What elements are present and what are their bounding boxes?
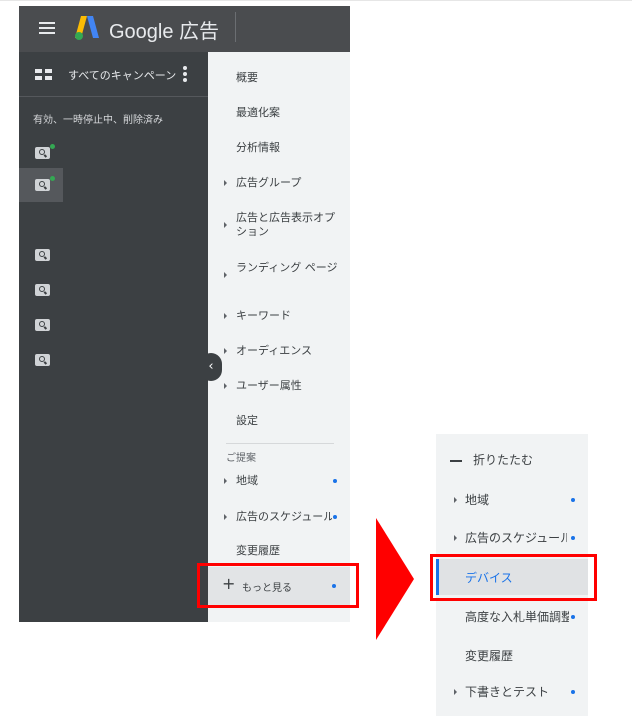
nav-item-label: 広告グループ bbox=[236, 176, 302, 189]
nav-item-label: 変更履歴 bbox=[236, 544, 280, 557]
menu-divider bbox=[226, 443, 334, 444]
panel-item-label: 下書きとテスト bbox=[465, 685, 550, 699]
campaign-item[interactable] bbox=[19, 273, 63, 307]
nav-item-audiences[interactable]: オーディエンス bbox=[208, 344, 350, 358]
expand-arrow-icon bbox=[224, 180, 227, 186]
search-campaign-icon bbox=[35, 147, 50, 159]
expand-arrow-icon bbox=[224, 313, 227, 319]
suggestion-dot bbox=[571, 615, 575, 619]
nav-item-label: オーディエンス bbox=[236, 344, 313, 357]
nav-item-label: ランディング ページ bbox=[236, 261, 338, 274]
page-menu: 概要 最適化案 分析情報 広告グループ 広告と広告表示オプション ランディング … bbox=[208, 52, 350, 622]
expand-arrow-icon bbox=[224, 348, 227, 354]
expand-arrow-icon bbox=[224, 272, 227, 278]
panel-item-label: 高度な入札単価調整 bbox=[465, 610, 569, 624]
nav-item-label: 地域 bbox=[236, 474, 258, 487]
expand-arrow-icon bbox=[224, 514, 227, 520]
search-campaign-icon bbox=[35, 354, 50, 366]
nav-item-overview[interactable]: 概要 bbox=[208, 71, 350, 85]
expand-arrow-icon bbox=[454, 689, 457, 695]
campaign-item[interactable] bbox=[19, 238, 63, 272]
expand-arrow-icon bbox=[224, 383, 227, 389]
header-divider bbox=[235, 12, 236, 42]
expand-arrow-icon bbox=[224, 478, 227, 484]
expand-arrow-icon bbox=[454, 535, 457, 541]
nav-item-ad-groups[interactable]: 広告グループ bbox=[208, 176, 350, 190]
more-vert-icon[interactable] bbox=[183, 66, 187, 82]
nav-item-label: キーワード bbox=[236, 309, 291, 322]
nav-item-label: 設定 bbox=[236, 414, 258, 427]
campaigns-grid-icon bbox=[35, 69, 52, 80]
campaign-item[interactable] bbox=[19, 343, 63, 377]
active-status-dot bbox=[50, 144, 55, 149]
campaign-item[interactable] bbox=[19, 136, 63, 170]
campaigns-title: すべてのキャンペーン bbox=[68, 69, 177, 82]
search-campaign-icon bbox=[35, 284, 50, 296]
panel-item-drafts-experiments[interactable]: 下書きとテスト bbox=[436, 684, 588, 700]
expand-arrow-icon bbox=[224, 222, 227, 228]
search-campaign-icon bbox=[35, 319, 50, 331]
nav-item-label: 広告と広告表示オプション bbox=[236, 211, 335, 238]
campaign-header[interactable]: すべてのキャンペーン bbox=[19, 52, 208, 97]
panel-item-change-history[interactable]: 変更履歴 bbox=[436, 648, 588, 664]
suggestion-dot bbox=[571, 536, 575, 540]
campaign-pane: すべてのキャンペーン 有効、一時停止中、削除済み bbox=[19, 52, 208, 622]
nav-item-recommendations[interactable]: 最適化案 bbox=[208, 106, 350, 120]
nav-item-ad-schedule[interactable]: 広告のスケジュール bbox=[208, 510, 350, 524]
suggestion-dot bbox=[333, 479, 337, 483]
collapse-button[interactable]: 折りたたむ bbox=[436, 452, 588, 468]
nav-item-label: 概要 bbox=[236, 71, 258, 84]
nav-item-change-history[interactable]: 変更履歴 bbox=[208, 544, 350, 558]
nav-item-demographics[interactable]: ユーザー属性 bbox=[208, 379, 350, 393]
panel-item-ad-schedule[interactable]: 広告のスケジュール bbox=[436, 530, 588, 546]
expand-arrow-icon bbox=[454, 497, 457, 503]
minus-icon bbox=[450, 460, 462, 462]
nav-item-label: ユーザー属性 bbox=[236, 379, 302, 392]
campaign-item[interactable] bbox=[19, 308, 63, 342]
search-campaign-icon bbox=[35, 249, 50, 261]
panel-item-label: 変更履歴 bbox=[465, 649, 514, 663]
nav-item-insights[interactable]: 分析情報 bbox=[208, 141, 350, 155]
panel-item-bid-adjustments[interactable]: 高度な入札単価調整 bbox=[436, 609, 588, 625]
nav-item-label: 最適化案 bbox=[236, 106, 280, 119]
product-name: Google 広告 bbox=[109, 21, 220, 43]
nav-item-keywords[interactable]: キーワード bbox=[208, 309, 350, 323]
menu-icon[interactable] bbox=[39, 22, 55, 34]
search-campaign-icon bbox=[35, 179, 50, 191]
suggestions-section-label: ご提案 bbox=[226, 453, 256, 464]
collapse-label: 折りたたむ bbox=[473, 453, 534, 467]
campaign-item-selected[interactable] bbox=[19, 168, 63, 202]
suggestion-dot bbox=[333, 515, 337, 519]
red-arrow-icon bbox=[376, 518, 414, 640]
nav-item-label: 広告のスケジュール bbox=[236, 510, 332, 523]
nav-item-landing-pages[interactable]: ランディング ページ bbox=[208, 261, 350, 289]
app-header: Google 広告 bbox=[19, 6, 350, 52]
collapse-pane-button[interactable]: ‹ bbox=[200, 353, 222, 381]
panel-item-locations[interactable]: 地域 bbox=[436, 492, 588, 508]
highlight-box-devices bbox=[430, 554, 597, 601]
nav-item-label: 分析情報 bbox=[236, 141, 280, 154]
top-border bbox=[0, 0, 632, 1]
status-filter[interactable]: 有効、一時停止中、削除済み bbox=[33, 111, 163, 126]
panel-item-label: 地域 bbox=[465, 493, 490, 507]
suggestion-dot bbox=[571, 690, 575, 694]
google-ads-logo bbox=[75, 16, 99, 40]
panel-item-label: 広告のスケジュール bbox=[465, 531, 567, 545]
suggestion-dot bbox=[571, 498, 575, 502]
active-status-dot bbox=[50, 176, 55, 181]
nav-item-locations[interactable]: 地域 bbox=[208, 474, 350, 488]
nav-item-settings[interactable]: 設定 bbox=[208, 414, 350, 428]
highlight-box-show-more bbox=[197, 563, 359, 608]
nav-item-ads-extensions[interactable]: 広告と広告表示オプション bbox=[208, 211, 350, 239]
